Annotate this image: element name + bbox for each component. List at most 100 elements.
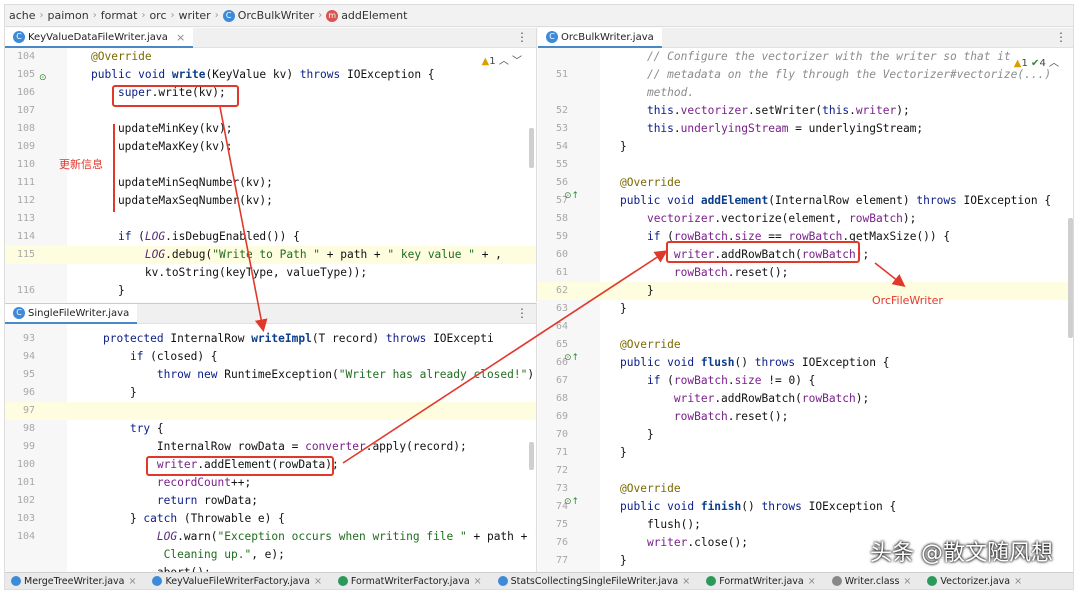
- code-line[interactable]: 116 }: [5, 282, 536, 300]
- override-marker-icon[interactable]: ⊙↑: [564, 191, 579, 201]
- code-line[interactable]: 68 writer.addRowBatch(rowBatch);: [538, 390, 1073, 408]
- code-text: updateMaxSeqNumber(kv);: [91, 194, 273, 207]
- code-line[interactable]: 101 recordCount++;: [5, 474, 536, 492]
- code-line[interactable]: 111 updateMinSeqNumber(kv);: [5, 174, 536, 192]
- tab-singlefilewriter[interactable]: C SingleFileWriter.java: [5, 304, 138, 324]
- code-line[interactable]: 58 vectorizer.vectorize(element, rowBatc…: [538, 210, 1073, 228]
- code-line[interactable]: 61 rowBatch.reset();: [538, 264, 1073, 282]
- chevron-down-icon[interactable]: ﹀: [512, 56, 522, 67]
- bottom-tab[interactable]: KeyValueFileWriterFactory.java ×: [146, 576, 322, 587]
- code-line[interactable]: // Configure the vectorizer with the wri…: [538, 48, 1073, 66]
- code-line[interactable]: 96 }: [5, 384, 536, 402]
- code-line[interactable]: 56 @Override: [538, 174, 1073, 192]
- close-icon[interactable]: ×: [808, 576, 816, 587]
- more-options-icon[interactable]: ⋮: [516, 306, 528, 320]
- code-line[interactable]: 63}: [538, 300, 1073, 318]
- code-line[interactable]: 99 InternalRow rowData = converter.apply…: [5, 438, 536, 456]
- chevron-up-icon[interactable]: ︿: [499, 56, 509, 67]
- code-line[interactable]: 74 public void finish() throws IOExceptio…: [538, 498, 1073, 516]
- code-line[interactable]: 104 LOG.warn("Exception occurs when writ…: [5, 528, 536, 546]
- close-icon[interactable]: ×: [176, 31, 185, 44]
- code-line[interactable]: 93 protected InternalRow writeImpl(T reco…: [5, 330, 536, 348]
- bottom-tab[interactable]: FormatWriter.java ×: [700, 576, 816, 587]
- close-icon[interactable]: ×: [474, 576, 482, 587]
- code-line[interactable]: 114 if (LOG.isDebugEnabled()) {: [5, 228, 536, 246]
- scrollbar[interactable]: [529, 442, 534, 470]
- code-line[interactable]: 75 flush();: [538, 516, 1073, 534]
- breadcrumb-item[interactable]: paimon: [48, 9, 89, 22]
- code-line[interactable]: 108 updateMinKey(kv);: [5, 120, 536, 138]
- scrollbar[interactable]: [529, 128, 534, 168]
- code-line[interactable]: 66 public void flush() throws IOException…: [538, 354, 1073, 372]
- code-line[interactable]: 62 }: [538, 282, 1073, 300]
- code-line[interactable]: 98 try {: [5, 420, 536, 438]
- code-line[interactable]: 102 return rowData;: [5, 492, 536, 510]
- more-options-icon[interactable]: ⋮: [1055, 30, 1067, 44]
- code-line[interactable]: 53 this.underlyingStream = underlyingStr…: [538, 120, 1073, 138]
- implementation-marker-icon[interactable]: ⊙: [39, 73, 47, 83]
- code-line[interactable]: 57 public void addElement(InternalRow ele…: [538, 192, 1073, 210]
- code-line[interactable]: 70 }: [538, 426, 1073, 444]
- code-area[interactable]: 104 @Override 105 public void write(KeyValu…: [5, 48, 536, 302]
- code-line[interactable]: method.: [538, 84, 1073, 102]
- orc-file-writer-label: OrcFileWriter: [872, 294, 943, 307]
- code-line[interactable]: 115 LOG.debug("Write to Path " + path + …: [5, 246, 536, 264]
- more-options-icon[interactable]: ⋮: [516, 30, 528, 44]
- inspection-widget[interactable]: ▲1 ︿ ﹀: [482, 52, 522, 67]
- bottom-tab[interactable]: FormatWriterFactory.java ×: [332, 576, 482, 587]
- code-line[interactable]: 112 updateMaxSeqNumber(kv);: [5, 192, 536, 210]
- close-icon[interactable]: ×: [682, 576, 690, 587]
- code-line[interactable]: 95 throw new RuntimeException("Writer ha…: [5, 366, 536, 384]
- code-line[interactable]: 103 } catch (Throwable e) {: [5, 510, 536, 528]
- code-line[interactable]: 94 if (closed) {: [5, 348, 536, 366]
- code-line[interactable]: 71}: [538, 444, 1073, 462]
- override-marker-icon[interactable]: ⊙↑: [564, 497, 579, 507]
- bottom-tab[interactable]: MergeTreeWriter.java ×: [5, 576, 136, 587]
- bottom-tab[interactable]: StatsCollectingSingleFileWriter.java ×: [492, 576, 690, 587]
- inspection-widget[interactable]: ▲1 ✔4 ︿: [1013, 54, 1059, 69]
- close-icon[interactable]: ×: [903, 576, 911, 587]
- code-line[interactable]: kv.toString(keyType, valueType));: [5, 264, 536, 282]
- class-icon: C: [546, 31, 558, 43]
- breadcrumb-item[interactable]: format: [101, 9, 138, 22]
- code-line[interactable]: 106 super.write(kv);: [5, 84, 536, 102]
- code-line[interactable]: 113: [5, 210, 536, 228]
- code-line[interactable]: 73 @Override: [538, 480, 1073, 498]
- code-line[interactable]: 54}: [538, 138, 1073, 156]
- code-line[interactable]: 51 // metadata on the fly through the Ve…: [538, 66, 1073, 84]
- code-line[interactable]: 64: [538, 318, 1073, 336]
- close-icon[interactable]: ×: [314, 576, 322, 587]
- code-line[interactable]: 55: [538, 156, 1073, 174]
- code-line[interactable]: 65 @Override: [538, 336, 1073, 354]
- breadcrumb-item[interactable]: ache: [9, 9, 36, 22]
- breadcrumb-class[interactable]: C OrcBulkWriter: [222, 9, 314, 22]
- close-icon[interactable]: ×: [1014, 576, 1022, 587]
- code-line[interactable]: 67 if (rowBatch.size != 0) {: [538, 372, 1073, 390]
- line-number: 102: [16, 495, 35, 506]
- close-icon[interactable]: ×: [129, 576, 137, 587]
- breadcrumb-method[interactable]: m addElement: [326, 9, 407, 22]
- code-line[interactable]: 109 updateMaxKey(kv);: [5, 138, 536, 156]
- bottom-tab[interactable]: Writer.class ×: [826, 576, 911, 587]
- breadcrumb-item[interactable]: orc: [149, 9, 166, 22]
- code-line[interactable]: 104 @Override: [5, 48, 536, 66]
- class-icon: C: [13, 31, 25, 43]
- code-line[interactable]: 69 rowBatch.reset();: [538, 408, 1073, 426]
- scrollbar[interactable]: [1068, 218, 1073, 338]
- code-text: vectorizer.vectorize(element, rowBatch);: [646, 212, 917, 225]
- code-area[interactable]: 93 protected InternalRow writeImpl(T reco…: [5, 330, 536, 573]
- override-marker-icon[interactable]: ⊙↑: [564, 353, 579, 363]
- code-line[interactable]: 107: [5, 102, 536, 120]
- line-number: 101: [16, 477, 35, 488]
- code-area[interactable]: // Configure the vectorizer with the wri…: [538, 48, 1073, 573]
- chevron-up-icon[interactable]: ︿: [1049, 58, 1059, 69]
- tab-keyvaluedatafilewriter[interactable]: C KeyValueDataFileWriter.java ×: [5, 28, 194, 48]
- code-line[interactable]: 72: [538, 462, 1073, 480]
- code-line[interactable]: 52 this.vectorizer.setWriter(this.writer…: [538, 102, 1073, 120]
- code-line[interactable]: 97: [5, 402, 536, 420]
- tab-orcbulkwriter[interactable]: C OrcBulkWriter.java: [538, 28, 662, 48]
- breadcrumb-item[interactable]: writer: [179, 9, 211, 22]
- code-line[interactable]: 105 public void write(KeyValue kv) throws…: [5, 66, 536, 84]
- bottom-tab[interactable]: Vectorizer.java ×: [921, 576, 1022, 587]
- code-line[interactable]: Cleaning up.", e);: [5, 546, 536, 564]
